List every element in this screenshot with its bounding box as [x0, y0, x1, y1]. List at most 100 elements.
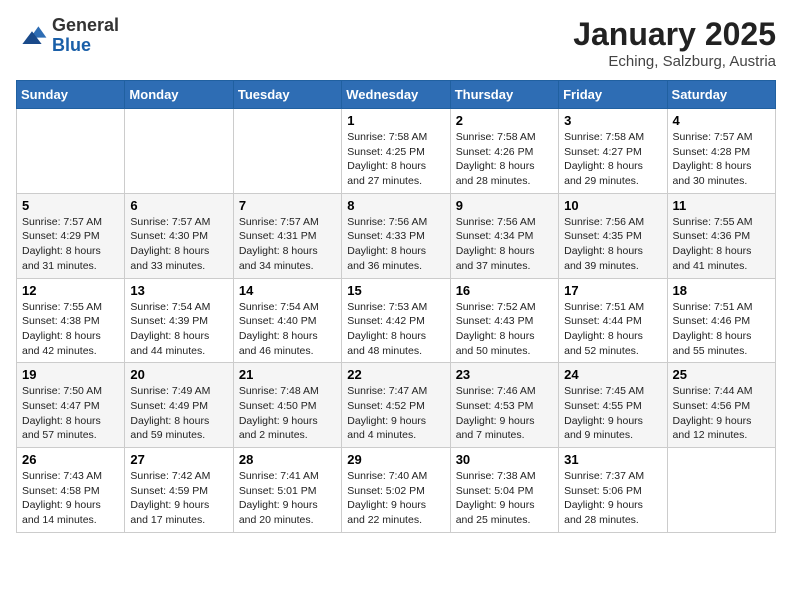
calendar-subtitle: Eching, Salzburg, Austria	[573, 53, 776, 70]
table-row: 10 Sunrise: 7:56 AM Sunset: 4:35 PM Dayli…	[559, 193, 667, 278]
day-info: Sunrise: 7:56 AM Sunset: 4:35 PM Dayligh…	[564, 215, 661, 274]
table-row: 5Sunrise: 7:57 AM Sunset: 4:29 PM Daylig…	[17, 193, 125, 278]
day-number: 3	[564, 113, 661, 128]
day-number: 7	[239, 198, 336, 213]
day-info: Sunrise: 7:43 AM Sunset: 4:58 PM Dayligh…	[22, 469, 119, 528]
day-number: 22	[347, 367, 444, 382]
day-number: 4	[673, 113, 770, 128]
table-row: 16 Sunrise: 7:52 AM Sunset: 4:43 PM Dayli…	[450, 278, 558, 363]
day-number: 16	[456, 283, 553, 298]
table-row: 24 Sunrise: 7:45 AM Sunset: 4:55 PM Dayli…	[559, 363, 667, 448]
table-row: 17 Sunrise: 7:51 AM Sunset: 4:44 PM Dayli…	[559, 278, 667, 363]
logo-general: General	[52, 16, 119, 36]
day-info: Sunrise: 7:42 AM Sunset: 4:59 PM Dayligh…	[130, 469, 227, 528]
day-number: 20	[130, 367, 227, 382]
page-header: General Blue January 2025 Eching, Salzbu…	[16, 16, 776, 70]
day-info: Sunrise: 7:55 AM Sunset: 4:38 PM Dayligh…	[22, 300, 119, 359]
table-row: 7Sunrise: 7:57 AM Sunset: 4:31 PM Daylig…	[233, 193, 341, 278]
table-row: 20 Sunrise: 7:49 AM Sunset: 4:49 PM Dayli…	[125, 363, 233, 448]
day-info: Sunrise: 7:48 AM Sunset: 4:50 PM Dayligh…	[239, 384, 336, 443]
day-info: Sunrise: 7:54 AM Sunset: 4:39 PM Dayligh…	[130, 300, 227, 359]
table-row: 6 Sunrise: 7:57 AM Sunset: 4:30 PM Daylig…	[125, 193, 233, 278]
table-row: 15 Sunrise: 7:53 AM Sunset: 4:42 PM Dayli…	[342, 278, 450, 363]
table-row: 29Sunrise: 7:40 AM Sunset: 5:02 PM Dayli…	[342, 448, 450, 533]
table-row: 27Sunrise: 7:42 AM Sunset: 4:59 PM Dayli…	[125, 448, 233, 533]
day-number: 2	[456, 113, 553, 128]
logo-text: General Blue	[52, 16, 119, 56]
day-info: Sunrise: 7:51 AM Sunset: 4:46 PM Dayligh…	[673, 300, 770, 359]
day-info: Sunrise: 7:38 AM Sunset: 5:04 PM Dayligh…	[456, 469, 553, 528]
day-info: Sunrise: 7:50 AM Sunset: 4:47 PM Dayligh…	[22, 384, 119, 443]
day-number: 19	[22, 367, 119, 382]
table-row: 28 Sunrise: 7:41 AM Sunset: 5:01 PM Dayli…	[233, 448, 341, 533]
table-row: 9 Sunrise: 7:56 AM Sunset: 4:34 PM Daylig…	[450, 193, 558, 278]
day-number: 28	[239, 452, 336, 467]
table-row: 31Sunrise: 7:37 AM Sunset: 5:06 PM Dayli…	[559, 448, 667, 533]
day-info: Sunrise: 7:57 AM Sunset: 4:30 PM Dayligh…	[130, 215, 227, 274]
day-info: Sunrise: 7:45 AM Sunset: 4:55 PM Dayligh…	[564, 384, 661, 443]
table-row: 18 Sunrise: 7:51 AM Sunset: 4:46 PM Dayli…	[667, 278, 775, 363]
th-friday: Friday	[559, 81, 667, 109]
day-info: Sunrise: 7:37 AM Sunset: 5:06 PM Dayligh…	[564, 469, 661, 528]
day-info: Sunrise: 7:46 AM Sunset: 4:53 PM Dayligh…	[456, 384, 553, 443]
calendar-week-row: 19 Sunrise: 7:50 AM Sunset: 4:47 PM Dayli…	[17, 363, 776, 448]
table-row: 1 Sunrise: 7:58 AM Sunset: 4:25 PM Daylig…	[342, 109, 450, 194]
day-number: 10	[564, 198, 661, 213]
day-number: 23	[456, 367, 553, 382]
day-number: 14	[239, 283, 336, 298]
day-number: 15	[347, 283, 444, 298]
day-info: Sunrise: 7:51 AM Sunset: 4:44 PM Dayligh…	[564, 300, 661, 359]
day-info: Sunrise: 7:58 AM Sunset: 4:27 PM Dayligh…	[564, 130, 661, 189]
th-wednesday: Wednesday	[342, 81, 450, 109]
day-info: Sunrise: 7:49 AM Sunset: 4:49 PM Dayligh…	[130, 384, 227, 443]
day-number: 18	[673, 283, 770, 298]
day-number: 17	[564, 283, 661, 298]
table-row	[125, 109, 233, 194]
day-info: Sunrise: 7:57 AM Sunset: 4:28 PM Dayligh…	[673, 130, 770, 189]
day-number: 30	[456, 452, 553, 467]
table-row: 11Sunrise: 7:55 AM Sunset: 4:36 PM Dayli…	[667, 193, 775, 278]
calendar-table: Sunday Monday Tuesday Wednesday Thursday…	[16, 80, 776, 533]
day-info: Sunrise: 7:58 AM Sunset: 4:26 PM Dayligh…	[456, 130, 553, 189]
day-number: 29	[347, 452, 444, 467]
table-row: 4 Sunrise: 7:57 AM Sunset: 4:28 PM Daylig…	[667, 109, 775, 194]
day-number: 25	[673, 367, 770, 382]
day-number: 9	[456, 198, 553, 213]
day-number: 5	[22, 198, 119, 213]
day-number: 26	[22, 452, 119, 467]
table-row: 30 Sunrise: 7:38 AM Sunset: 5:04 PM Dayli…	[450, 448, 558, 533]
calendar-title: January 2025	[573, 16, 776, 53]
logo: General Blue	[16, 16, 119, 56]
calendar-header-row: Sunday Monday Tuesday Wednesday Thursday…	[17, 81, 776, 109]
day-number: 13	[130, 283, 227, 298]
calendar-week-row: 1 Sunrise: 7:58 AM Sunset: 4:25 PM Daylig…	[17, 109, 776, 194]
table-row	[667, 448, 775, 533]
day-number: 21	[239, 367, 336, 382]
day-info: Sunrise: 7:53 AM Sunset: 4:42 PM Dayligh…	[347, 300, 444, 359]
day-info: Sunrise: 7:52 AM Sunset: 4:43 PM Dayligh…	[456, 300, 553, 359]
day-info: Sunrise: 7:47 AM Sunset: 4:52 PM Dayligh…	[347, 384, 444, 443]
day-number: 11	[673, 198, 770, 213]
day-number: 24	[564, 367, 661, 382]
day-info: Sunrise: 7:41 AM Sunset: 5:01 PM Dayligh…	[239, 469, 336, 528]
table-row: 14 Sunrise: 7:54 AM Sunset: 4:40 PM Dayli…	[233, 278, 341, 363]
table-row: 3 Sunrise: 7:58 AM Sunset: 4:27 PM Daylig…	[559, 109, 667, 194]
day-info: Sunrise: 7:56 AM Sunset: 4:34 PM Dayligh…	[456, 215, 553, 274]
table-row: 13 Sunrise: 7:54 AM Sunset: 4:39 PM Dayli…	[125, 278, 233, 363]
day-number: 6	[130, 198, 227, 213]
logo-icon	[16, 20, 48, 52]
table-row: 19 Sunrise: 7:50 AM Sunset: 4:47 PM Dayli…	[17, 363, 125, 448]
th-saturday: Saturday	[667, 81, 775, 109]
table-row: 8Sunrise: 7:56 AM Sunset: 4:33 PM Daylig…	[342, 193, 450, 278]
calendar-week-row: 12 Sunrise: 7:55 AM Sunset: 4:38 PM Dayli…	[17, 278, 776, 363]
table-row: 26 Sunrise: 7:43 AM Sunset: 4:58 PM Dayli…	[17, 448, 125, 533]
th-tuesday: Tuesday	[233, 81, 341, 109]
day-info: Sunrise: 7:56 AM Sunset: 4:33 PM Dayligh…	[347, 215, 444, 274]
day-number: 1	[347, 113, 444, 128]
logo-blue: Blue	[52, 36, 119, 56]
day-number: 12	[22, 283, 119, 298]
table-row: 12 Sunrise: 7:55 AM Sunset: 4:38 PM Dayli…	[17, 278, 125, 363]
day-info: Sunrise: 7:54 AM Sunset: 4:40 PM Dayligh…	[239, 300, 336, 359]
table-row: 22 Sunrise: 7:47 AM Sunset: 4:52 PM Dayli…	[342, 363, 450, 448]
day-info: Sunrise: 7:58 AM Sunset: 4:25 PM Dayligh…	[347, 130, 444, 189]
